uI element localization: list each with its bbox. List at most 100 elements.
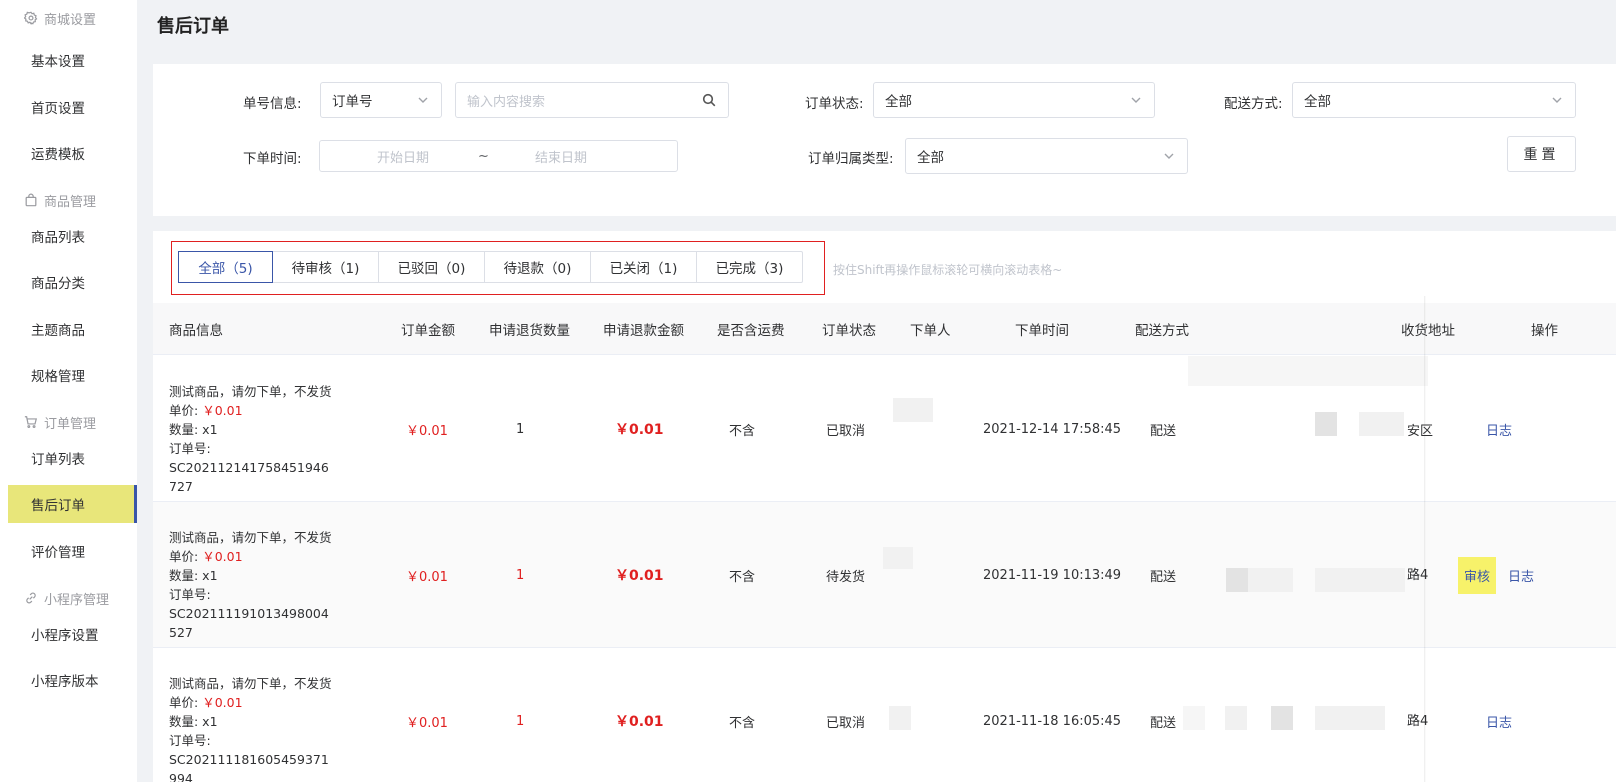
- refund-amount: ￥0.01: [615, 568, 664, 584]
- sidebar-item-goods-category[interactable]: 商品分类: [8, 263, 137, 301]
- order-number: 订单号: SC202112141758451946: [169, 441, 329, 475]
- chevron-down-icon: [1551, 94, 1563, 106]
- col-return-qty: 申请退货数量: [489, 323, 570, 339]
- sidebar-item-label: 基本设置: [31, 54, 85, 70]
- tab-closed[interactable]: 已关闭（1): [590, 252, 696, 282]
- order-number-tail: 727: [169, 479, 193, 494]
- sidebar-item-spec-management[interactable]: 规格管理: [8, 356, 137, 394]
- blurred-address: [1225, 706, 1247, 730]
- blurred-address: [1188, 356, 1428, 386]
- col-delivery: 配送方式: [1135, 323, 1189, 339]
- tab-completed[interactable]: 已完成（3): [696, 252, 802, 282]
- search-input[interactable]: 输入内容搜索: [455, 82, 729, 118]
- goods-info: 测试商品，请勿下单，不发货 单价: ￥0.01 数量: x1 订单号: SC20…: [169, 382, 369, 496]
- col-operations: 操作: [1531, 323, 1558, 339]
- sidebar-item-label: 订单列表: [31, 452, 85, 468]
- sidebar-item-theme-goods[interactable]: 主题商品: [8, 310, 137, 348]
- address-fragment: 安区: [1407, 424, 1434, 439]
- log-link[interactable]: 日志: [1486, 420, 1512, 439]
- goods-qty: 数量: x1: [169, 568, 218, 583]
- refund-amount: ￥0.01: [615, 422, 664, 438]
- order-number: 订单号: SC202111181605459371: [169, 733, 329, 767]
- page-title: 售后订单: [157, 16, 229, 37]
- search-placeholder: 输入内容搜索: [467, 94, 546, 110]
- sidebar-group-miniprogram-label: 小程序管理: [44, 592, 110, 608]
- sidebar-item-review-management[interactable]: 评价管理: [8, 532, 137, 570]
- col-goods-info: 商品信息: [169, 323, 223, 339]
- delivery-method-value: 全部: [1304, 94, 1331, 110]
- sidebar-item-miniprogram-version[interactable]: 小程序版本: [8, 661, 137, 699]
- order-time-range-picker[interactable]: 开始日期 ~ 结束日期: [319, 140, 678, 172]
- order-status: 已取消: [826, 715, 866, 731]
- order-time: 2021-11-19 10:13:49: [983, 567, 1122, 583]
- unit-price: ￥0.01: [202, 403, 243, 418]
- link-icon: [26, 592, 36, 604]
- sidebar-group-orders-label: 订单管理: [44, 416, 97, 432]
- delivery-method-select[interactable]: 全部: [1292, 82, 1576, 118]
- sidebar-item-label: 商品分类: [31, 276, 85, 292]
- cart-icon: [24, 416, 38, 429]
- blurred-address: [1183, 706, 1205, 730]
- sidebar-group-orders: 订单管理: [24, 412, 96, 432]
- goods-info: 测试商品，请勿下单，不发货 单价: ￥0.01 数量: x1 订单号: SC20…: [169, 528, 369, 642]
- order-belong-type-select[interactable]: 全部: [905, 138, 1188, 174]
- log-link[interactable]: 日志: [1486, 712, 1512, 731]
- search-icon[interactable]: [702, 93, 716, 107]
- sidebar: 商城设置 基本设置 首页设置 运费模板 商品管理 商品列表 商品分类 主题商品 …: [0, 0, 137, 782]
- tab-all[interactable]: 全部（5): [178, 251, 273, 283]
- order-time-label: 下单时间:: [243, 151, 302, 167]
- delivery-method: 配送: [1150, 423, 1177, 439]
- col-include-freight: 是否含运费: [717, 323, 785, 339]
- blurred-address: [1315, 706, 1385, 730]
- sidebar-item-label: 商品列表: [31, 230, 85, 246]
- sidebar-item-aftersale-orders[interactable]: 售后订单: [8, 485, 137, 523]
- col-buyer: 下单人: [910, 323, 951, 339]
- sidebar-item-label: 评价管理: [31, 545, 85, 561]
- order-amount: ￥0.01: [406, 569, 448, 585]
- sidebar-item-basic-settings[interactable]: 基本设置: [8, 41, 137, 79]
- blurred-address: [1315, 412, 1337, 436]
- order-status-select[interactable]: 全部: [873, 82, 1155, 118]
- sidebar-item-home-settings[interactable]: 首页设置: [8, 88, 137, 126]
- order-status: 已取消: [826, 423, 866, 439]
- shopping-bag-icon: [25, 193, 37, 207]
- log-link[interactable]: 日志: [1508, 566, 1534, 585]
- goods-qty: 数量: x1: [169, 422, 218, 437]
- tab-pending-refund[interactable]: 待退款（0): [484, 252, 590, 282]
- order-time: 2021-12-14 17:58:45: [983, 421, 1122, 437]
- include-freight: 不含: [729, 423, 756, 439]
- order-info-label: 单号信息:: [243, 96, 302, 112]
- audit-button[interactable]: 审核: [1458, 556, 1497, 594]
- blurred-buyer: [883, 547, 913, 569]
- col-order-time: 下单时间: [1015, 323, 1069, 339]
- sidebar-item-goods-list[interactable]: 商品列表: [8, 217, 137, 255]
- end-date-placeholder: 结束日期: [535, 150, 588, 166]
- sidebar-group-mall: 商城设置: [24, 8, 96, 28]
- reset-button[interactable]: 重置: [1507, 136, 1576, 172]
- blurred-address: [1226, 568, 1248, 592]
- date-separator: ~: [478, 148, 489, 164]
- sidebar-item-miniprogram-settings[interactable]: 小程序设置: [8, 615, 137, 653]
- tab-rejected[interactable]: 已驳回（0): [378, 252, 484, 282]
- tab-pending-review[interactable]: 待审核（1): [272, 252, 378, 282]
- blurred-address: [1248, 568, 1293, 592]
- order-info-type-select[interactable]: 订单号: [320, 82, 442, 118]
- blurred-address: [1271, 706, 1293, 730]
- gear-icon: [24, 11, 38, 25]
- order-table-panel: 全部（5) 待审核（1) 已驳回（0) 待退款（0) 已关闭（1) 已完成（3)…: [153, 231, 1616, 782]
- sidebar-item-label: 主题商品: [31, 323, 85, 339]
- col-refund-amount: 申请退款金额: [603, 323, 684, 339]
- order-amount: ￥0.01: [406, 715, 448, 731]
- chevron-down-icon: [1163, 150, 1175, 162]
- sidebar-item-label: 规格管理: [31, 369, 85, 385]
- unit-price: ￥0.01: [202, 549, 243, 564]
- blurred-buyer: [893, 398, 933, 422]
- goods-info: 测试商品，请勿下单，不发货 单价: ￥0.01 数量: x1 订单号: SC20…: [169, 674, 369, 782]
- order-status-label: 订单状态:: [805, 96, 864, 112]
- unit-price-label: 单价:: [169, 695, 199, 710]
- sidebar-item-freight-template[interactable]: 运费模板: [8, 134, 137, 172]
- sidebar-item-order-list[interactable]: 订单列表: [8, 439, 137, 477]
- chevron-down-icon: [1130, 94, 1142, 106]
- fixed-column-shadow: [1424, 296, 1426, 782]
- order-number-tail: 527: [169, 625, 193, 640]
